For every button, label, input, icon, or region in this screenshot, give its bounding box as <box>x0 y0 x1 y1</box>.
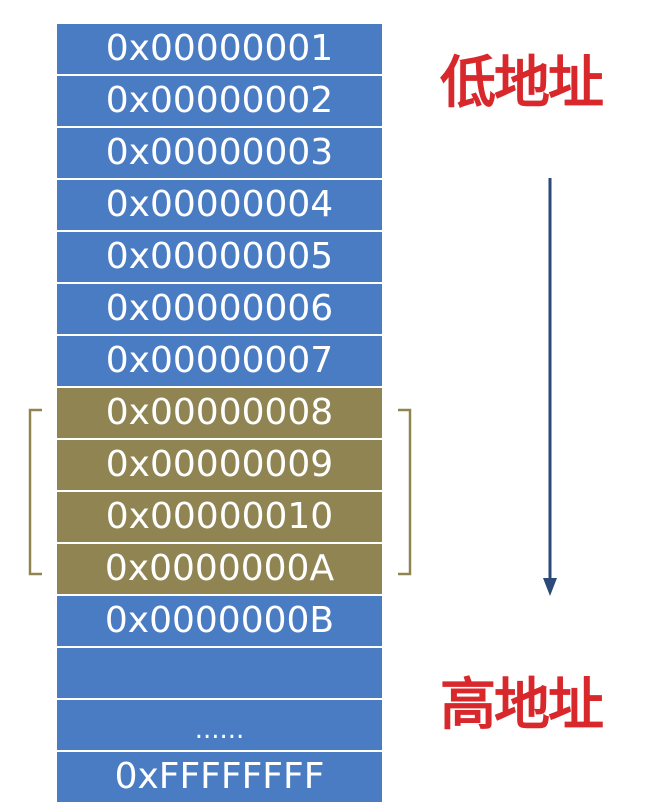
memory-cell-highlighted: 0x00000010 <box>57 492 382 544</box>
high-address-label: 高地址 <box>440 673 604 738</box>
memory-cell: 0x00000002 <box>57 76 382 128</box>
memory-cell-highlighted: 0x00000009 <box>57 440 382 492</box>
memory-cell: 0x00000006 <box>57 284 382 336</box>
low-address-label: 低地址 <box>440 51 604 116</box>
memory-cell-empty <box>57 648 382 700</box>
memory-cell: 0x00000004 <box>57 180 382 232</box>
arrow-down-icon <box>543 178 557 596</box>
memory-cell: 0x00000005 <box>57 232 382 284</box>
memory-cell: 0x00000001 <box>57 24 382 76</box>
right-bracket-icon <box>398 408 412 576</box>
memory-cell: 0x00000003 <box>57 128 382 180</box>
left-bracket-icon <box>28 408 42 576</box>
memory-cell-highlighted: 0x0000000A <box>57 544 382 596</box>
memory-cell-highlighted: 0x00000008 <box>57 388 382 440</box>
memory-cell: 0x0000000B <box>57 596 382 648</box>
memory-cell: 0x00000007 <box>57 336 382 388</box>
memory-cell-last: 0xFFFFFFFF <box>57 752 382 802</box>
memory-stack: 0x00000001 0x00000002 0x00000003 0x00000… <box>57 24 382 802</box>
memory-cell-ellipsis: ...... <box>57 700 382 752</box>
